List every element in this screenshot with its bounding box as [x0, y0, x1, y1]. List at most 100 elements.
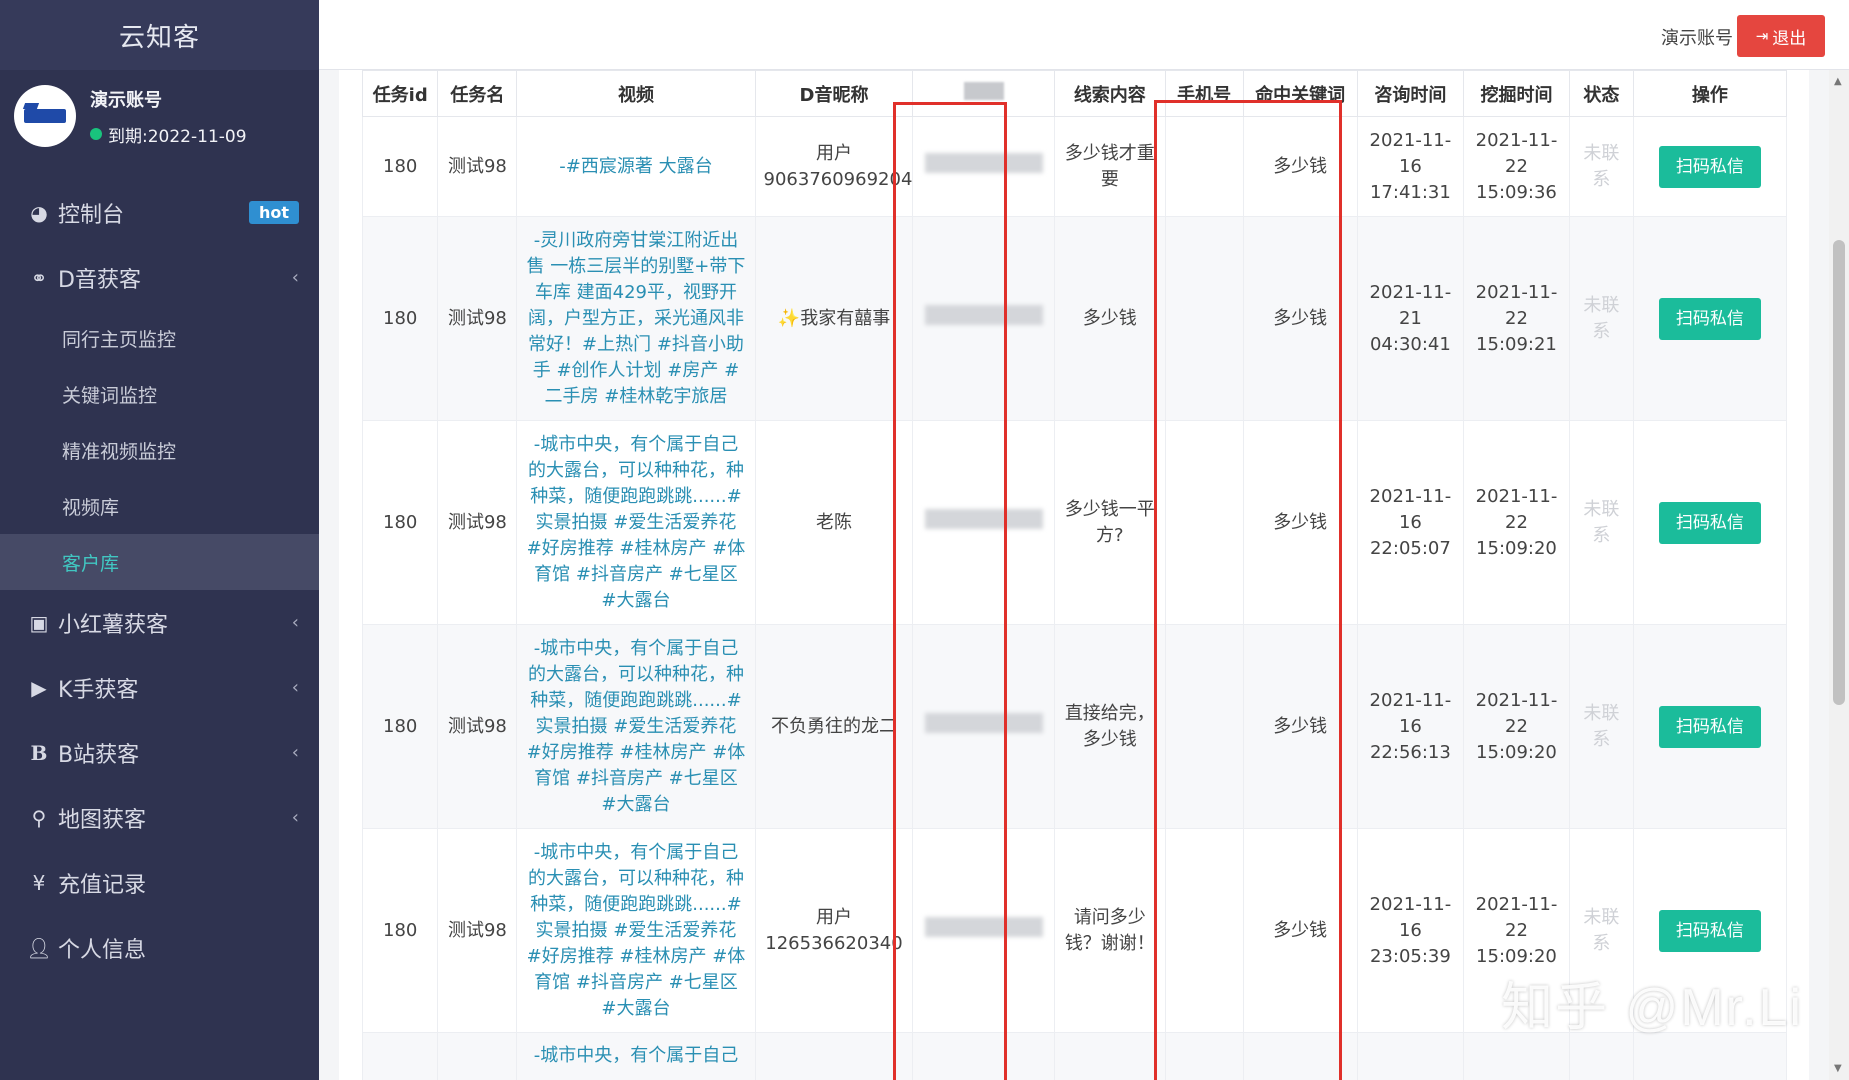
- task-name-cell: 测试98: [437, 624, 518, 829]
- task-name-cell: 测试98: [437, 116, 518, 217]
- consult-time-cell: 2021-11-16 22:05:07: [1356, 420, 1464, 625]
- mine-time-cell: 2021-11-22 15:09:36: [1462, 116, 1571, 217]
- sidebar-subitem-peer-monitor[interactable]: 同行主页监控: [0, 310, 319, 366]
- keyword-cell: 多少钱: [1242, 420, 1358, 625]
- phone-cell: [1164, 1032, 1244, 1080]
- sidebar-item-douyin[interactable]: ⚭ D音获客 ‹: [0, 245, 319, 310]
- scan-message-button[interactable]: 扫码私信: [1658, 909, 1761, 952]
- avatar: [14, 85, 76, 147]
- phone-cell: [1164, 624, 1244, 829]
- chevron-left-icon: ‹: [291, 677, 299, 698]
- table-row: 180 测试98 -灵川政府旁甘棠江附近出售 一栋三层半的别墅+带下车库 建面429…: [361, 216, 1788, 421]
- nickname-cell: 老陈: [754, 420, 914, 625]
- user-icon: 👤︎: [26, 935, 52, 960]
- sidebar-subitem-video-library[interactable]: 视频库: [0, 478, 319, 534]
- scroll-down-icon[interactable]: ▼: [1834, 1063, 1842, 1074]
- consult-time-cell: 2021-11-21 04:30:41: [1356, 216, 1464, 421]
- task-id-cell: [361, 1032, 439, 1080]
- nickname-cell: 用户9063760969204: [754, 116, 914, 217]
- action-cell: 扫码私信: [1632, 420, 1788, 625]
- col-task-name[interactable]: 任务名: [437, 70, 518, 117]
- sidebar-subitem-customer-library[interactable]: 客户库: [0, 534, 319, 590]
- scan-message-button[interactable]: 扫码私信: [1658, 501, 1761, 544]
- clue-cell: 多少钱才重要: [1053, 116, 1166, 217]
- main-content: 任务id 任务名 视频 D音昵称 线索内容 手机号 命中关键词 咨询时间 挖掘时…: [319, 70, 1829, 1080]
- online-status-dot: [90, 128, 102, 140]
- map-pin-icon: ⚲: [31, 805, 47, 830]
- keyword-cell: [1242, 1032, 1358, 1080]
- sidebar-item-xiaohongshu[interactable]: ▣ 小红薯获客 ‹: [0, 590, 319, 655]
- col-keyword[interactable]: 命中关键词: [1242, 70, 1358, 117]
- blurred-cell: [912, 1032, 1055, 1080]
- sidebar-item-bilibili[interactable]: B B站获客 ‹: [0, 720, 319, 785]
- col-mine-time[interactable]: 挖掘时间: [1462, 70, 1571, 117]
- top-header: 演示账号 ⇥ 退出: [319, 0, 1849, 70]
- video-cell[interactable]: -#西宸源著 大露台: [516, 116, 756, 217]
- sidebar-subitem-video-monitor[interactable]: 精准视频监控: [0, 422, 319, 478]
- keyword-cell: 多少钱: [1242, 624, 1358, 829]
- video-cell[interactable]: -城市中央，有个属于自己的大露台，可以种种花，种种菜，随便跑跑跳跳......#…: [516, 420, 756, 625]
- watermark: 知乎 @Mr.Li: [1501, 979, 1803, 1037]
- table-row: 180 测试98 -城市中央，有个属于自己的大露台，可以种种花，种种菜，随便跑跑跳跳…: [361, 420, 1788, 625]
- play-circle-icon: ▶: [31, 675, 47, 700]
- col-phone[interactable]: 手机号: [1164, 70, 1244, 117]
- sidebar-item-kuaishou[interactable]: ▶ K手获客 ‹: [0, 655, 319, 720]
- task-id-cell: 180: [361, 420, 439, 625]
- video-cell[interactable]: -城市中央，有个属于自己的大露台，可以种种花，种种菜，随便跑跑跳跳......#…: [516, 624, 756, 829]
- customer-table-card: 任务id 任务名 视频 D音昵称 线索内容 手机号 命中关键词 咨询时间 挖掘时…: [339, 70, 1809, 1080]
- user-name: 演示账号: [90, 89, 162, 111]
- sidebar-subitem-keyword-monitor[interactable]: 关键词监控: [0, 366, 319, 422]
- logout-icon: ⇥: [1755, 27, 1769, 45]
- video-cell[interactable]: -城市中央，有个属于自己: [516, 1032, 756, 1080]
- clue-cell: 多少钱一平方?: [1053, 420, 1166, 625]
- col-nickname[interactable]: D音昵称: [754, 70, 914, 117]
- blurred-cell: [912, 624, 1055, 829]
- task-name-cell: 测试98: [437, 216, 518, 421]
- table-row: 180 测试98 -#西宸源著 大露台 用户9063760969204 多少钱才重要 多少…: [361, 116, 1788, 217]
- yen-icon: ¥: [32, 870, 46, 895]
- keyword-cell: 多少钱: [1242, 116, 1358, 217]
- sidebar: 云知客 演示账号 到期:2022-11-09 ◕ 控制台 hot ⚭ D音获客 …: [0, 0, 319, 1080]
- sidebar-item-dashboard[interactable]: ◕ 控制台 hot: [0, 180, 319, 245]
- nickname-cell: ✨我家有囍事: [754, 216, 914, 421]
- logout-button[interactable]: ⇥ 退出: [1737, 15, 1825, 57]
- b-letter-icon: B: [30, 740, 48, 765]
- video-cell[interactable]: -灵川政府旁甘棠江附近出售 一栋三层半的别墅+带下车库 建面429平，视野开阔，…: [516, 216, 756, 421]
- table-body: 180 测试98 -#西宸源著 大露台 用户9063760969204 多少钱才重要 多少…: [361, 116, 1788, 1080]
- user-box: 演示账号 到期:2022-11-09: [0, 70, 319, 162]
- chevron-left-icon: ‹: [291, 612, 299, 633]
- company-logo: [24, 109, 66, 123]
- scroll-up-icon[interactable]: ▲: [1834, 76, 1842, 87]
- scrollbar-thumb[interactable]: [1833, 240, 1845, 705]
- scan-message-button[interactable]: 扫码私信: [1658, 145, 1761, 188]
- scan-message-button[interactable]: 扫码私信: [1658, 705, 1761, 748]
- col-blurred: [912, 70, 1055, 117]
- col-task-id[interactable]: 任务id: [361, 70, 439, 117]
- chevron-left-icon: ‹: [291, 742, 299, 763]
- nickname-cell: [754, 1032, 914, 1080]
- col-video[interactable]: 视频: [516, 70, 756, 117]
- header-account[interactable]: 演示账号: [1661, 24, 1733, 50]
- video-cell[interactable]: -城市中央，有个属于自己的大露台，可以种种花，种种菜，随便跑跑跳跳......#…: [516, 828, 756, 1033]
- blurred-content: [924, 712, 1043, 733]
- blurred-header: [963, 82, 1004, 100]
- status-cell: 未联系: [1569, 216, 1634, 421]
- scan-message-button[interactable]: 扫码私信: [1658, 297, 1761, 340]
- col-status[interactable]: 状态: [1569, 70, 1634, 117]
- sidebar-item-map[interactable]: ⚲ 地图获客 ‹: [0, 785, 319, 850]
- col-consult-time[interactable]: 咨询时间: [1356, 70, 1464, 117]
- page-scrollbar[interactable]: ▲ ▼: [1829, 70, 1849, 1080]
- phone-cell: [1164, 420, 1244, 625]
- sidebar-menu: ◕ 控制台 hot ⚭ D音获客 ‹ 同行主页监控 关键词监控 精准视频监控 视…: [0, 180, 319, 980]
- dashboard-icon: ◕: [30, 200, 48, 225]
- sidebar-item-profile[interactable]: 👤︎ 个人信息: [0, 915, 319, 980]
- blurred-cell: [912, 420, 1055, 625]
- consult-time-cell: 2021-11-16 17:41:31: [1356, 116, 1464, 217]
- blurred-content: [924, 916, 1043, 937]
- col-clue[interactable]: 线索内容: [1053, 70, 1166, 117]
- sidebar-item-recharge[interactable]: ¥ 充值记录: [0, 850, 319, 915]
- task-name-cell: [437, 1032, 518, 1080]
- consult-time-cell: 2021-11-16 22:56:13: [1356, 624, 1464, 829]
- chevron-left-icon: ‹: [291, 807, 299, 828]
- phone-cell: [1164, 216, 1244, 421]
